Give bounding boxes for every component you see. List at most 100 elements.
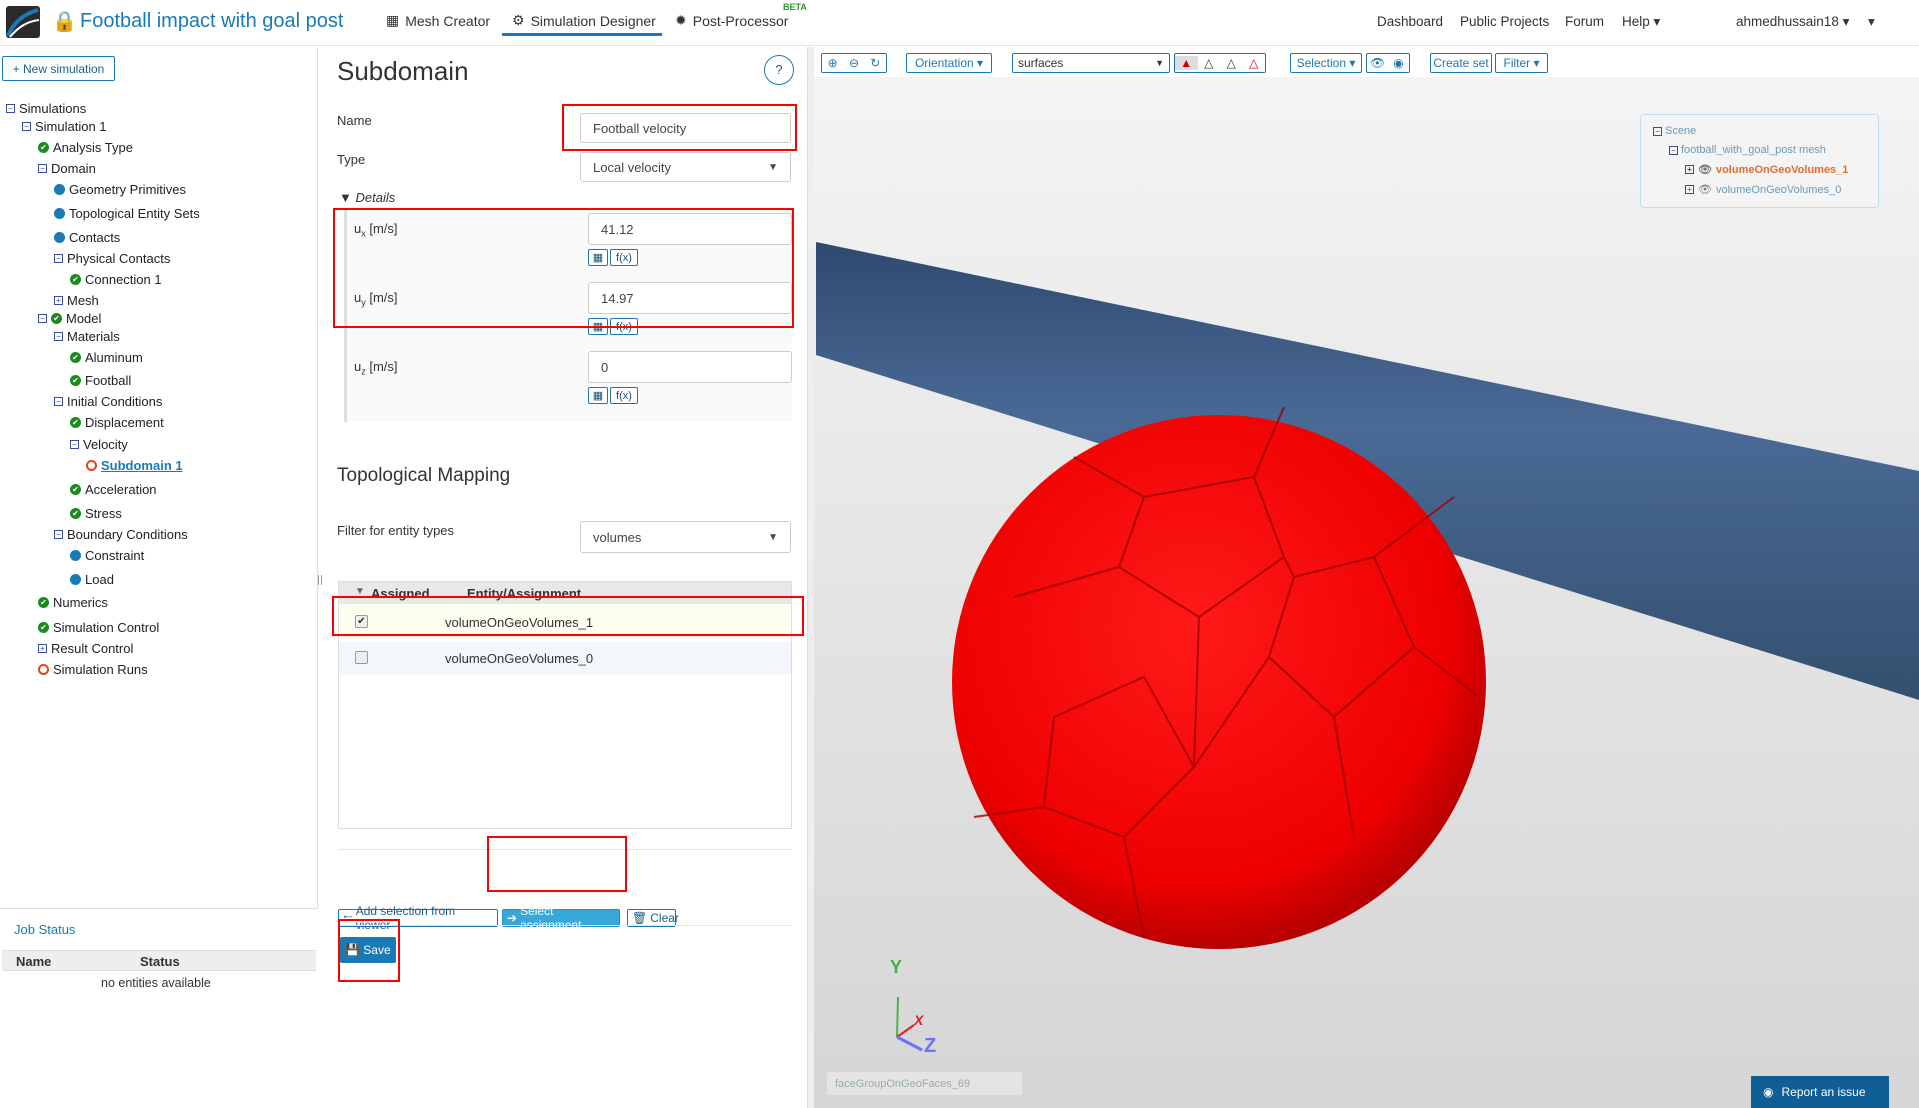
- tree-item[interactable]: Load: [70, 572, 114, 587]
- velocity-y-input[interactable]: 14.97: [588, 282, 792, 314]
- check-circle-icon[interactable]: ✔: [38, 622, 49, 633]
- selection-dropdown[interactable]: Selection ▾: [1290, 53, 1362, 73]
- collapse-icon[interactable]: −: [22, 122, 31, 131]
- simscale-logo[interactable]: [6, 6, 40, 38]
- tree-item[interactable]: − Domain: [38, 161, 96, 176]
- tree-item[interactable]: − Physical Contacts: [54, 251, 170, 266]
- eye-icon[interactable]: 👁: [1698, 163, 1712, 176]
- orientation-dropdown[interactable]: Orientation ▾: [906, 53, 992, 73]
- status-dot-icon[interactable]: [70, 574, 81, 585]
- check-circle-icon[interactable]: ✔: [70, 352, 81, 363]
- collapse-icon[interactable]: −: [1669, 145, 1678, 155]
- expand-icon[interactable]: +: [1685, 185, 1694, 194]
- table-icon[interactable]: ▦: [588, 318, 608, 335]
- render-mode-select[interactable]: surfaces ▼: [1012, 53, 1170, 73]
- status-dot-icon[interactable]: [54, 232, 65, 243]
- tree-item[interactable]: ✔ Stress: [70, 506, 122, 521]
- filter-dropdown[interactable]: Filter ▾: [1495, 53, 1548, 73]
- tree-item[interactable]: Simulation Runs: [38, 662, 148, 677]
- scene-root[interactable]: − Scene: [1653, 125, 1696, 137]
- table-row[interactable]: volumeOnGeoVolumes_0: [339, 642, 791, 675]
- show-icon[interactable]: ◉: [1388, 56, 1409, 70]
- collapse-icon[interactable]: −: [54, 254, 63, 263]
- 3d-viewport[interactable]: Y X Z faceGroupOnGeoFaces_69 ◉ Report an …: [814, 77, 1919, 1108]
- table-icon[interactable]: ▦: [588, 387, 608, 404]
- check-circle-icon[interactable]: ✔: [51, 313, 62, 324]
- tree-item[interactable]: − Initial Conditions: [54, 394, 162, 409]
- velocity-z-input[interactable]: 0: [588, 351, 792, 383]
- assign-checkbox[interactable]: ✔: [355, 615, 368, 628]
- tree-item[interactable]: ✔ Connection 1: [70, 272, 162, 287]
- wireframe-icon[interactable]: △: [1220, 56, 1243, 70]
- tree-item[interactable]: ✔ Simulation Control: [38, 620, 159, 635]
- tab-mesh-creator[interactable]: ▦ Mesh Creator: [386, 12, 490, 29]
- function-button[interactable]: f(x): [610, 387, 638, 404]
- tree-item[interactable]: − Velocity: [70, 437, 128, 452]
- details-toggle[interactable]: ▼ Details: [339, 190, 395, 205]
- nav-help[interactable]: Help ▾: [1622, 14, 1660, 30]
- nav-forum[interactable]: Forum: [1565, 14, 1604, 29]
- status-dot-icon[interactable]: [54, 184, 65, 195]
- table-icon[interactable]: ▦: [588, 249, 608, 266]
- name-input[interactable]: Football velocity: [580, 113, 791, 143]
- collapse-icon[interactable]: −: [6, 104, 15, 113]
- new-simulation-button[interactable]: + New simulation: [2, 56, 115, 81]
- sort-icon[interactable]: ▼: [355, 586, 365, 597]
- tree-item[interactable]: ✔ Numerics: [38, 595, 108, 610]
- refresh-icon[interactable]: ↻: [865, 56, 886, 70]
- eye-icon[interactable]: 👁: [1698, 183, 1712, 196]
- tab-post-processor[interactable]: ✹ Post-Processor: [675, 12, 788, 29]
- tree-item[interactable]: − ✔ Model: [38, 311, 101, 326]
- function-button[interactable]: f(x): [610, 249, 638, 266]
- collapse-icon[interactable]: −: [70, 440, 79, 449]
- tree-item[interactable]: ✔ Football: [70, 373, 131, 388]
- tree-item[interactable]: − Simulations: [6, 101, 86, 116]
- column-entity[interactable]: Entity/Assignment: [467, 586, 581, 601]
- tree-item[interactable]: ✔ Analysis Type: [38, 140, 133, 155]
- zoom-out-icon[interactable]: ⊖: [843, 56, 864, 70]
- panel-splitter[interactable]: [807, 47, 814, 1108]
- tree-item[interactable]: ✔ Acceleration: [70, 482, 157, 497]
- create-set-button[interactable]: Create set: [1430, 53, 1492, 73]
- nav-dashboard[interactable]: Dashboard: [1377, 14, 1443, 29]
- incomplete-circle-icon[interactable]: [86, 460, 97, 471]
- zoom-in-icon[interactable]: ⊕: [822, 56, 843, 70]
- collapse-icon[interactable]: −: [38, 164, 47, 173]
- column-assigned[interactable]: Assigned: [371, 586, 430, 601]
- nav-public-projects[interactable]: Public Projects: [1460, 14, 1549, 29]
- check-circle-icon[interactable]: ✔: [38, 142, 49, 153]
- collapse-icon[interactable]: −: [38, 314, 47, 323]
- status-dot-icon[interactable]: [70, 550, 81, 561]
- tree-item[interactable]: Constraint: [70, 548, 144, 563]
- check-circle-icon[interactable]: ✔: [70, 274, 81, 285]
- check-circle-icon[interactable]: ✔: [70, 375, 81, 386]
- wire-solid-icon[interactable]: △: [1198, 56, 1221, 70]
- entity-type-filter-select[interactable]: volumes ▼: [580, 521, 791, 553]
- solid-triangle-icon[interactable]: ▲: [1175, 56, 1198, 70]
- collapse-icon[interactable]: −: [54, 397, 63, 406]
- tree-item[interactable]: ✔ Aluminum: [70, 350, 143, 365]
- hide-icon[interactable]: 👁: [1367, 56, 1388, 70]
- tree-item[interactable]: − Materials: [54, 329, 120, 344]
- tree-item[interactable]: ✔ Displacement: [70, 415, 164, 430]
- incomplete-circle-icon[interactable]: [38, 664, 49, 675]
- tab-simulation-designer[interactable]: ⚙ Simulation Designer: [512, 12, 656, 29]
- tree-item[interactable]: − Boundary Conditions: [54, 527, 188, 542]
- collapse-icon[interactable]: −: [54, 530, 63, 539]
- expand-icon[interactable]: +: [38, 644, 47, 653]
- scene-volume-1[interactable]: + 👁 volumeOnGeoVolumes_1: [1685, 163, 1848, 176]
- expand-icon[interactable]: +: [1685, 165, 1694, 174]
- tree-item[interactable]: + Result Control: [38, 641, 133, 656]
- table-row[interactable]: ✔ volumeOnGeoVolumes_1: [339, 606, 791, 639]
- status-dot-icon[interactable]: [54, 208, 65, 219]
- check-circle-icon[interactable]: ✔: [70, 508, 81, 519]
- function-button[interactable]: f(x): [610, 318, 638, 335]
- tree-item[interactable]: Geometry Primitives: [54, 182, 186, 197]
- tree-item[interactable]: Topological Entity Sets: [54, 206, 200, 221]
- tree-item[interactable]: + Mesh: [54, 293, 99, 308]
- help-button[interactable]: ?: [764, 55, 794, 85]
- expand-icon[interactable]: +: [54, 296, 63, 305]
- scene-mesh[interactable]: − football_with_goal_post mesh: [1669, 144, 1826, 156]
- check-circle-icon[interactable]: ✔: [70, 417, 81, 428]
- scene-volume-0[interactable]: + 👁 volumeOnGeoVolumes_0: [1685, 183, 1841, 196]
